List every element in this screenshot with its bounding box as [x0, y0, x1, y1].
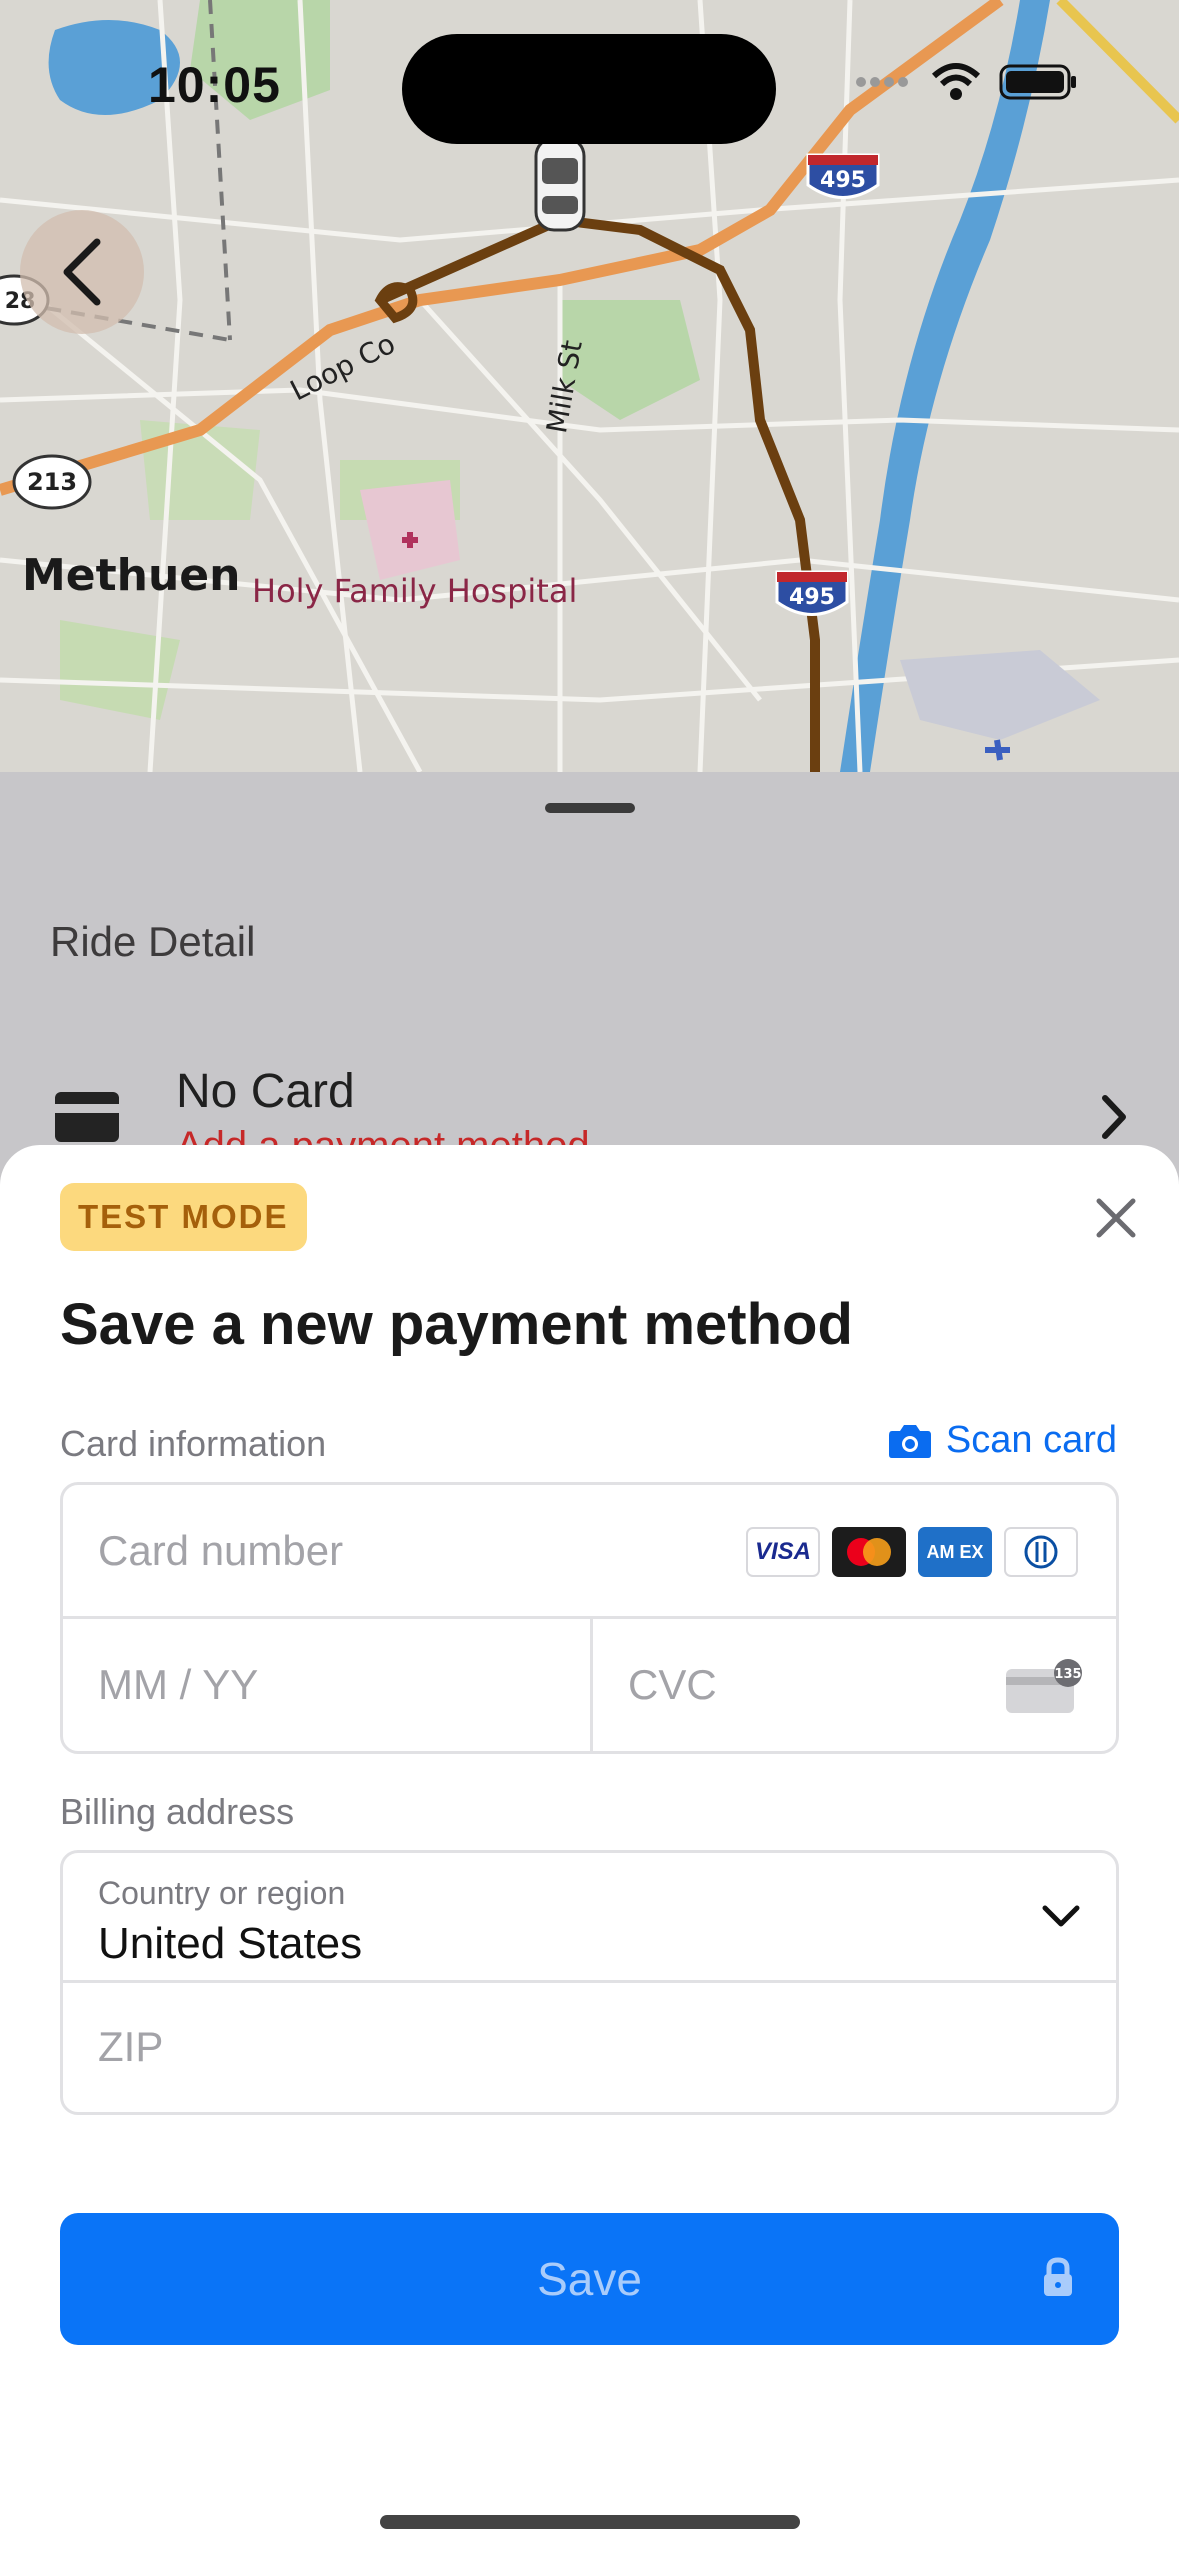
chevron-left-icon: [63, 238, 101, 306]
close-icon[interactable]: [1091, 1193, 1141, 1243]
chevron-right-icon[interactable]: [1099, 1094, 1129, 1140]
card-brands: VISA AM EX: [746, 1527, 1078, 1577]
payment-sheet: TEST MODE Save a new payment method Card…: [0, 1145, 1179, 2556]
map-view[interactable]: 495 495 213 28 Methuen Holy Family Hospi…: [0, 0, 1179, 772]
status-icons: [853, 62, 1079, 102]
expiry-placeholder: MM / YY: [98, 1661, 259, 1708]
payment-method-primary[interactable]: No Card: [176, 1064, 355, 1119]
billing-address-group: Country or region United States ZIP: [60, 1850, 1119, 2115]
card-info-label: Card information: [60, 1423, 327, 1464]
camera-icon: [888, 1424, 931, 1458]
svg-text:495: 495: [820, 168, 866, 193]
payment-sheet-title: Save a new payment method: [60, 1292, 853, 1357]
amex-icon: AM EX: [918, 1527, 992, 1577]
diners-icon: [1004, 1527, 1078, 1577]
sheet-grabber[interactable]: [545, 803, 635, 813]
map-label-hospital: Holy Family Hospital: [252, 572, 578, 610]
cvc-hint: 135: [1054, 1667, 1081, 1682]
zip-placeholder: ZIP: [98, 2023, 164, 2070]
scan-card-label: Scan card: [945, 1419, 1117, 1461]
wifi-icon: [931, 63, 981, 100]
country-select[interactable]: Country or region United States: [63, 1853, 1116, 1983]
cvc-field[interactable]: CVC 135: [593, 1619, 1122, 1754]
chevron-down-icon: [1042, 1905, 1080, 1927]
status-time: 10:05: [148, 57, 281, 113]
back-button[interactable]: [20, 210, 144, 334]
card-number-placeholder: Card number: [98, 1527, 344, 1574]
ride-detail-title: Ride Detail: [50, 918, 256, 965]
card-number-field[interactable]: Card number VISA AM EX: [63, 1485, 1116, 1619]
save-button[interactable]: Save: [60, 2213, 1119, 2345]
save-label: Save: [537, 2253, 642, 2305]
card-info-group: Card number VISA AM EX MM / YY CVC 135: [60, 1482, 1119, 1754]
mastercard-icon: [832, 1527, 906, 1577]
billing-address-label: Billing address: [60, 1791, 295, 1832]
cvc-card-icon: 135: [1006, 1659, 1082, 1713]
credit-card-icon: [55, 1092, 119, 1142]
svg-text:213: 213: [27, 468, 77, 496]
map-label-town: Methuen: [22, 550, 241, 601]
dynamic-island: [402, 34, 776, 144]
country-label: Country or region: [98, 1875, 346, 1911]
country-value: United States: [98, 1919, 363, 1968]
zip-field[interactable]: ZIP: [63, 1983, 1116, 2118]
scan-card-button[interactable]: Scan card: [888, 1419, 1117, 1462]
svg-text:495: 495: [789, 585, 835, 610]
cvc-placeholder: CVC: [628, 1661, 717, 1708]
battery-icon: [999, 64, 1076, 100]
expiry-field[interactable]: MM / YY: [63, 1619, 590, 1754]
home-indicator[interactable]: [380, 2515, 800, 2529]
test-mode-badge: TEST MODE: [60, 1183, 307, 1251]
card-expiry-cvc-row: MM / YY CVC 135: [63, 1619, 1116, 1754]
lock-icon: [1044, 2257, 1072, 2296]
visa-icon: VISA: [746, 1527, 820, 1577]
dots-icon: [856, 77, 908, 87]
